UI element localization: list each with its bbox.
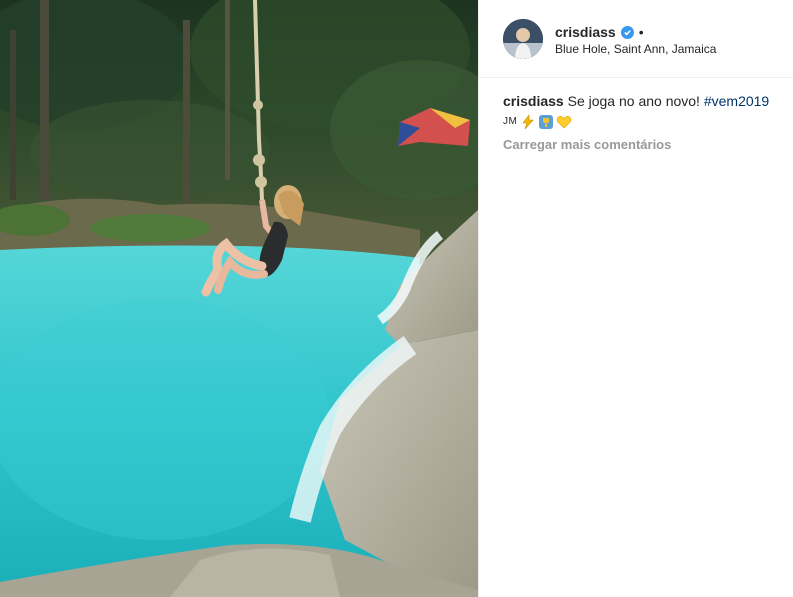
yellow-heart-icon (556, 114, 572, 130)
header-username[interactable]: crisdiass (555, 24, 616, 40)
post-image (0, 0, 478, 597)
caption-username[interactable]: crisdiass (503, 93, 564, 109)
load-more-comments-button[interactable]: Carregar mais comentários (503, 137, 671, 152)
hashtag-link[interactable]: #vem2019 (704, 93, 769, 109)
username-row: crisdiass • (555, 23, 644, 41)
trophy-icon (538, 114, 554, 130)
post-side-panel: crisdiass • Blue Hole, Saint Ann, Jamaic… (478, 0, 793, 597)
verified-badge-icon (620, 25, 634, 39)
post-caption: crisdiass Se joga no ano novo! #vem2019 … (503, 92, 773, 131)
caption-initials: JM (503, 116, 518, 127)
post-header: crisdiass • Blue Hole, Saint Ann, Jamaic… (479, 0, 793, 78)
caption-emoji-row: JM (503, 112, 773, 131)
separator-dot: • (638, 24, 644, 40)
post-photo[interactable] (0, 0, 478, 597)
avatar[interactable] (503, 19, 543, 59)
lightning-icon (520, 113, 536, 130)
caption-text: Se joga no ano novo! (567, 93, 700, 109)
location-link[interactable]: Blue Hole, Saint Ann, Jamaica (555, 42, 716, 56)
